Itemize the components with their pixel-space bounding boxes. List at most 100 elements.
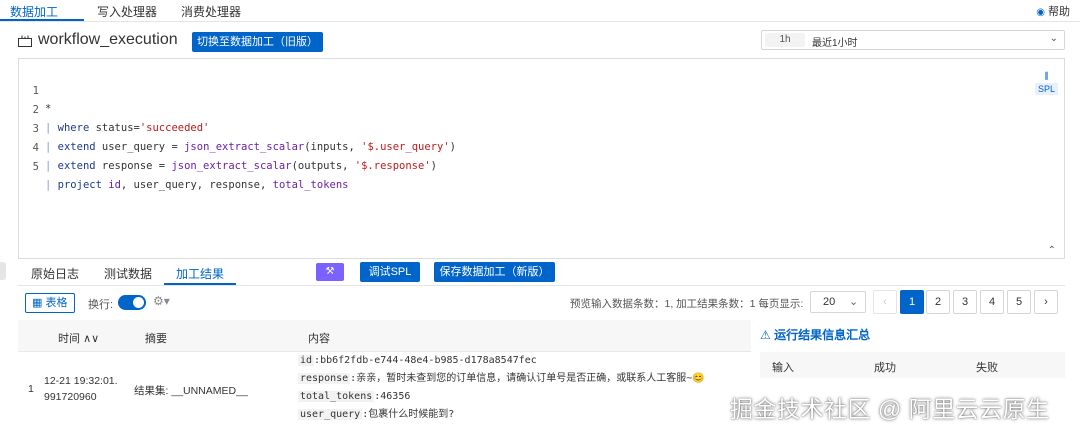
- line-number: 5: [32, 161, 39, 173]
- time-range-text: 最近1小时: [812, 38, 858, 49]
- field-key: response: [298, 373, 351, 384]
- workflow-icon: [18, 35, 32, 47]
- code-token: , user_query, response,: [120, 179, 273, 191]
- field-value: :46356: [374, 391, 411, 402]
- code-token: response =: [95, 160, 172, 172]
- column-header-content: 内容: [308, 333, 330, 345]
- page-button[interactable]: 2: [926, 290, 950, 314]
- save-processing-button[interactable]: 保存数据加工（新版）: [434, 262, 555, 282]
- keyword-token: extend: [57, 160, 96, 172]
- watermark: 掘金技术社区 @ 阿里云云原生: [730, 396, 1050, 422]
- column-header-time[interactable]: 时间 ∧∨: [58, 330, 99, 346]
- summary-col-failure: 失败: [976, 362, 998, 374]
- field-value: :亲亲，暂时未查到您的订单信息，请确认订单号是否正确，或联系人工客服~😊: [350, 373, 705, 384]
- chevron-down-icon: ⌄: [1049, 33, 1058, 44]
- string-token: 'succeeded': [139, 122, 210, 134]
- active-tab-indicator: [164, 283, 236, 285]
- field-key: total_tokens: [298, 391, 375, 402]
- chevron-down-icon: ⌄: [849, 296, 859, 308]
- function-token: total_tokens: [272, 179, 349, 191]
- next-page-button[interactable]: ›: [1034, 290, 1058, 314]
- gear-icon[interactable]: ⚙▾: [153, 294, 170, 308]
- sort-icon: ∧∨: [83, 333, 100, 345]
- chevron-up-icon[interactable]: ⌃: [1048, 245, 1056, 256]
- switch-to-old-version-button[interactable]: 切换至数据加工（旧版）: [192, 32, 323, 52]
- tab-data-processing[interactable]: 数据加工: [10, 3, 58, 20]
- wrap-toggle[interactable]: [118, 295, 146, 310]
- row-summary: 结果集: __UNNAMED__: [134, 385, 248, 397]
- side-collapse-handle[interactable]: [0, 262, 6, 280]
- pipe-token: |: [45, 179, 52, 191]
- page-button[interactable]: 3: [953, 290, 977, 314]
- keyword-token: extend: [57, 141, 96, 153]
- tab-write-processor[interactable]: 写入处理器: [97, 3, 157, 20]
- field-key: user_query: [298, 409, 363, 420]
- page-button[interactable]: 4: [980, 290, 1004, 314]
- spl-code-editor[interactable]: 1 * 2 | where status='succeeded' 3 | ext…: [18, 58, 1065, 259]
- spl-label: SPL: [1034, 83, 1058, 95]
- field-key: id: [298, 355, 315, 366]
- tab-divider: [18, 285, 1065, 286]
- active-tab-indicator: [0, 19, 84, 21]
- function-token: json_extract_scalar: [171, 160, 292, 172]
- page-button[interactable]: 5: [1007, 290, 1031, 314]
- field-total-tokens[interactable]: total_tokens:46356: [298, 389, 410, 405]
- code-token: ): [449, 141, 456, 153]
- prev-page-button[interactable]: ‹: [873, 290, 897, 314]
- function-token: json_extract_scalar: [184, 141, 305, 153]
- table-view-button[interactable]: ▦ 表格: [25, 293, 75, 313]
- field-id[interactable]: id:bb6f2fdb-e744-48e4-b985-d178a8547fec: [298, 353, 537, 369]
- debug-spl-button[interactable]: 调试SPL: [360, 262, 420, 282]
- tab-test-data[interactable]: 测试数据: [104, 265, 152, 282]
- eye-icon: ◉: [1036, 7, 1045, 18]
- chevron-right-icon: ›: [1044, 296, 1048, 308]
- tab-consume-processor[interactable]: 消费处理器: [181, 3, 241, 20]
- keyword-token: project: [57, 179, 102, 191]
- row-index: 1: [28, 383, 34, 395]
- code-token: status=: [89, 122, 140, 134]
- row-time-nanos: 991720960: [44, 391, 97, 403]
- code-line: 5 | project id, user_query, response, to…: [19, 140, 349, 191]
- run-summary-title: ⚠ 运行结果信息汇总: [760, 326, 870, 343]
- code-line: 3 | extend user_query = json_extract_sca…: [19, 102, 456, 153]
- string-token: '$.user_query': [361, 141, 450, 153]
- field-response[interactable]: response:亲亲，暂时未查到您的订单信息，请确认订单号是否正确，或联系人工…: [298, 371, 705, 387]
- spl-format-toggle[interactable]: ⫼ SPL: [1034, 71, 1058, 95]
- field-value: :包裹什么时候能到?: [362, 409, 455, 420]
- help-link[interactable]: ◉ 帮助: [1036, 3, 1070, 19]
- workflow-title: workflow_execution: [38, 31, 178, 48]
- page-button[interactable]: 1: [900, 290, 924, 314]
- tab-processing-result[interactable]: 加工结果: [176, 265, 224, 282]
- code-token: (outputs,: [291, 160, 355, 172]
- string-token: '$.response': [354, 160, 431, 172]
- top-tab-bar: 数据加工 写入处理器 消费处理器 ◉ 帮助: [0, 0, 1080, 22]
- column-label: 时间: [58, 333, 80, 345]
- field-value: :bb6f2fdb-e744-48e4-b985-d178a8547fec: [314, 355, 537, 366]
- wrap-label: 换行:: [88, 299, 114, 311]
- page-size-value: 20: [823, 296, 836, 308]
- warning-icon: ⚠: [760, 328, 771, 342]
- code-line: 1 *: [19, 64, 57, 115]
- keyword-token: where: [57, 122, 90, 134]
- page-size-select[interactable]: 20 ⌄: [810, 291, 866, 313]
- help-label: 帮助: [1048, 6, 1070, 18]
- result-table-header: 时间 ∧∨ 摘要 内容: [18, 320, 751, 352]
- function-token: id: [108, 179, 121, 191]
- magic-wand-button[interactable]: ⚒: [316, 263, 344, 281]
- table-label: 表格: [45, 297, 68, 309]
- spl-data-processing-page: 数据加工 写入处理器 消费处理器 ◉ 帮助 workflow_execution …: [0, 0, 1080, 436]
- preview-count-text: 预览输入数据条数：1, 加工结果条数：1 每页显示:: [570, 298, 804, 310]
- tab-raw-logs[interactable]: 原始日志: [31, 265, 79, 282]
- code-line: 4 | extend response = json_extract_scala…: [19, 121, 437, 172]
- summary-col-success: 成功: [874, 362, 896, 374]
- run-summary-header: 输入 成功 失败: [760, 352, 1065, 378]
- filter-icon: ⫼: [1044, 71, 1049, 81]
- field-user-query[interactable]: user_query:包裹什么时候能到?: [298, 407, 454, 423]
- row-time: 12-21 19:32:01.: [44, 375, 118, 387]
- code-line: 2 | where status='succeeded': [19, 83, 210, 134]
- code-token: user_query =: [95, 141, 185, 153]
- summary-col-input: 输入: [772, 362, 794, 374]
- time-range-select[interactable]: 1h 最近1小时 ⌄: [761, 30, 1065, 50]
- toggle-knob: [133, 297, 144, 308]
- chevron-left-icon: ‹: [883, 296, 887, 308]
